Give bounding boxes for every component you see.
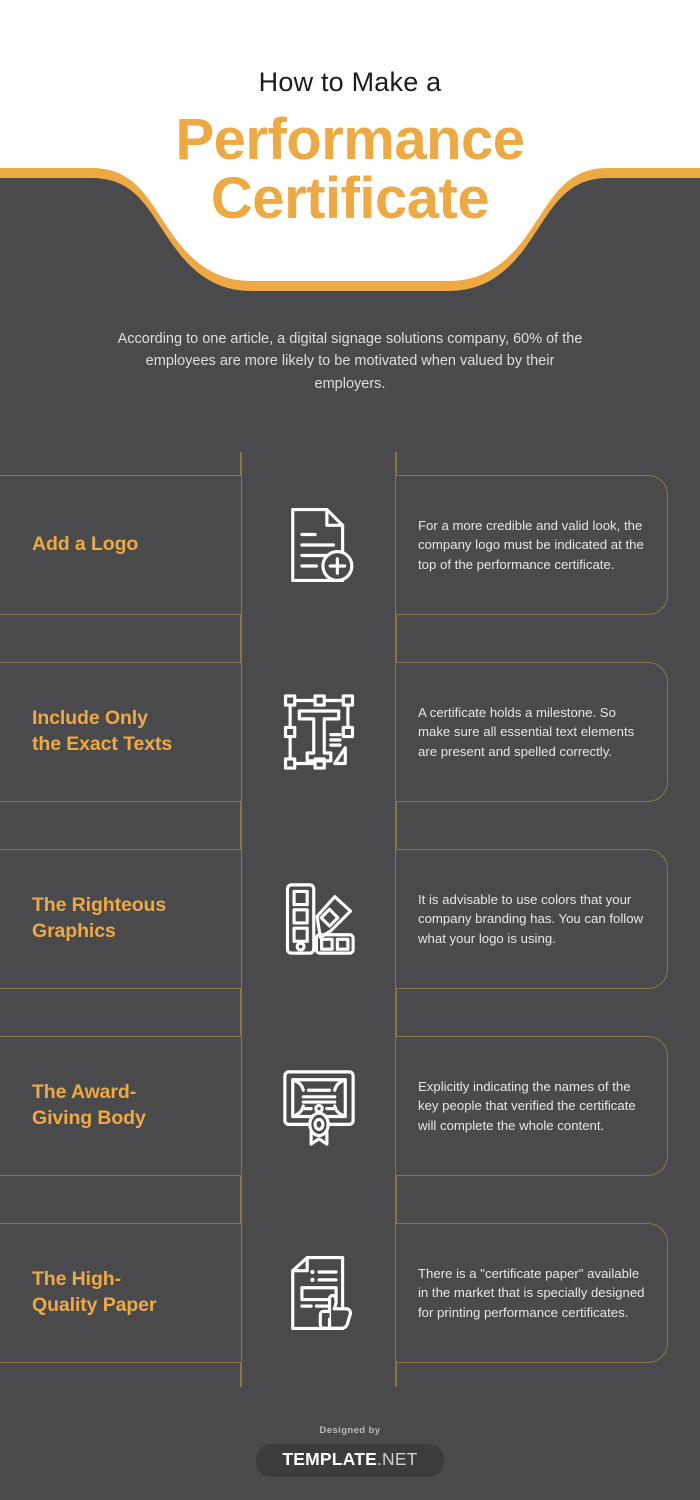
template-net-logo[interactable]: TEMPLATE.NET [256,1444,444,1477]
page-title-line-1: Performance [175,106,525,172]
brand-tld: .NET [376,1449,418,1469]
step-row: The High- Quality Paper There is a "cert… [0,1200,700,1387]
step-label-line-2: Quality Paper [32,1294,157,1316]
step-label-box: Add a Logo [0,475,242,615]
step-label: Include Only the Exact Texts [0,706,186,757]
document-add-icon [242,475,395,615]
step-description: A certificate holds a milestone. So make… [418,704,635,759]
footer: Designed by TEMPLATE.NET [0,1425,700,1477]
step-label-line-2: the Exact Texts [32,733,173,755]
step-label-box: The High- Quality Paper [0,1223,242,1363]
step-label: The Righteous Graphics [0,893,180,944]
header-banner: How to Make a Performance Certificate [0,0,700,310]
step-row: Add a Logo For a more credible and valid… [0,452,700,639]
step-label-box: The Award- Giving Body [0,1036,242,1176]
step-label-line-1: Include Only [32,707,148,730]
step-label: Add a Logo [32,533,139,556]
page-title-line-2: Certificate [210,165,490,231]
text-tool-selection-icon [242,662,395,802]
step-description-box: A certificate holds a milestone. So make… [396,662,668,802]
step-description: Explicitly indicating the names of the k… [418,1078,636,1133]
designed-by-label: Designed by [319,1425,381,1436]
steps-list: Add a Logo For a more credible and valid… [0,452,700,1387]
step-row: The Award- Giving Body Explicitly indica… [0,1013,700,1200]
page-title: Performance Certificate [0,110,700,228]
page-kicker: How to Make a [258,67,442,97]
color-palette-swatch-icon [242,849,395,989]
step-description: For a more credible and valid look, the … [418,517,644,572]
step-row: Include Only the Exact Texts A certifica… [0,639,700,826]
infographic-page: How to Make a Performance Certificate Ac… [0,0,700,1500]
step-label-line-1: The Award- [32,1081,137,1104]
step-row: The Righteous Graphics It is advisable t… [0,826,700,1013]
step-description: There is a "certificate paper" available… [418,1265,645,1320]
step-description-box: For a more credible and valid look, the … [396,475,668,615]
step-description: It is advisable to use colors that your … [418,891,644,946]
intro-paragraph: According to one article, a digital sign… [117,331,583,392]
step-label: The High- Quality Paper [0,1267,170,1318]
step-label-box: The Righteous Graphics [0,849,242,989]
brand-name: TEMPLATE [282,1449,377,1469]
step-description-box: Explicitly indicating the names of the k… [396,1036,668,1176]
step-description-box: It is advisable to use colors that your … [396,849,668,989]
document-thumbs-up-icon [242,1223,395,1363]
step-label-box: Include Only the Exact Texts [0,662,242,802]
step-label-line-2: Graphics [32,920,116,942]
step-label-line-1: The High- [32,1268,122,1291]
step-label: The Award- Giving Body [0,1080,160,1131]
certificate-ribbon-icon [242,1036,395,1176]
step-label-line-2: Giving Body [32,1107,146,1129]
step-label-line-1: The Righteous [32,894,167,917]
step-description-box: There is a "certificate paper" available… [396,1223,668,1363]
